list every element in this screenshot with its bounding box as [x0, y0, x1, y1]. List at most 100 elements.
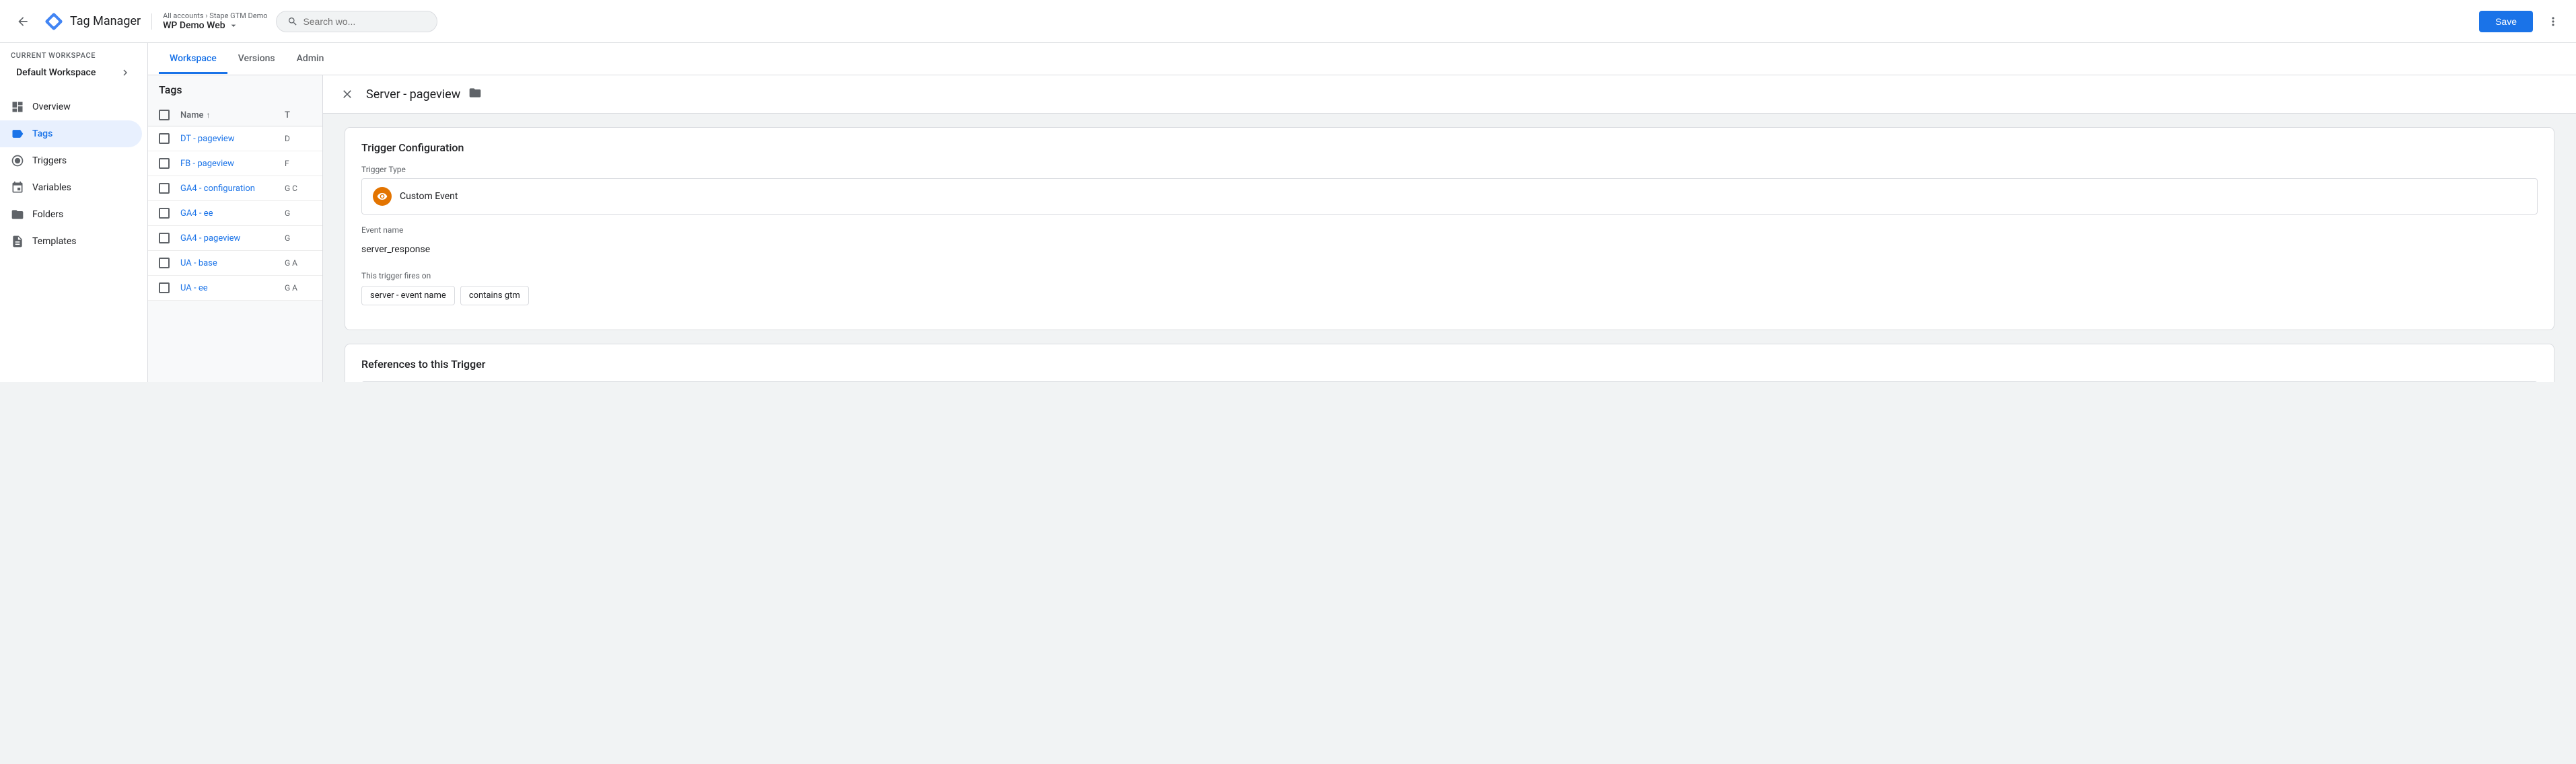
table-row[interactable]: GA4 - pageview G: [148, 226, 322, 251]
folders-icon: [11, 208, 24, 221]
close-icon: [341, 87, 354, 101]
name-column-header: Name ↑: [180, 110, 285, 120]
tag-type: G A: [285, 283, 312, 293]
tab-admin[interactable]: Admin: [286, 45, 335, 74]
tab-versions[interactable]: Versions: [227, 45, 286, 74]
sidebar-item-folders-label: Folders: [32, 209, 63, 220]
references-list: FB - pageview Tag UA - base T: [361, 381, 2538, 382]
detail-header: Server - pageview: [323, 75, 2576, 114]
tag-type: G: [285, 233, 312, 243]
tags-icon: [11, 127, 24, 141]
event-name-field: Event name server_response: [361, 225, 2538, 260]
row-checkbox[interactable]: [159, 258, 170, 268]
trigger-config-card: Trigger Configuration Trigger Type Custo…: [345, 127, 2554, 330]
sidebar-item-variables[interactable]: Variables: [0, 174, 142, 201]
tag-name: UA - ee: [180, 283, 285, 293]
sidebar-item-variables-label: Variables: [32, 182, 71, 193]
workspace-label: CURRENT WORKSPACE: [11, 51, 137, 60]
sidebar: CURRENT WORKSPACE Default Workspace Over…: [0, 43, 148, 382]
account-name[interactable]: WP Demo Web: [163, 20, 267, 31]
row-checkbox[interactable]: [159, 158, 170, 169]
folder-icon[interactable]: [468, 86, 482, 103]
overview-icon: [11, 100, 24, 114]
tab-workspace[interactable]: Workspace: [159, 45, 227, 74]
tag-name: DT - pageview: [180, 134, 285, 144]
references-title: References to this Trigger: [361, 358, 2538, 371]
row-checkbox[interactable]: [159, 282, 170, 293]
detail-title: Server - pageview: [366, 87, 460, 102]
tag-type: F: [285, 159, 312, 168]
variables-icon: [11, 181, 24, 194]
condition-chip-1: contains gtm: [460, 286, 529, 305]
tag-name: GA4 - pageview: [180, 233, 285, 243]
eye-icon: [377, 191, 388, 202]
tags-table-title: Tags: [148, 75, 322, 104]
sort-icon: ↑: [207, 110, 211, 120]
tag-type: G C: [285, 184, 312, 193]
close-button[interactable]: [336, 83, 358, 105]
table-row[interactable]: GA4 - ee G: [148, 201, 322, 226]
sidebar-item-templates[interactable]: Templates: [0, 228, 142, 255]
row-checkbox[interactable]: [159, 233, 170, 243]
tags-area: Tags Name ↑ T DT - pageview D: [148, 75, 2576, 382]
tag-name: GA4 - configuration: [180, 184, 285, 194]
event-name-label: Event name: [361, 225, 2538, 235]
search-box[interactable]: [276, 11, 437, 32]
workspace-selector[interactable]: Default Workspace: [11, 63, 137, 83]
tag-type: D: [285, 134, 312, 143]
more-vert-icon: [2546, 15, 2560, 28]
event-name-value: server_response: [361, 239, 2538, 260]
save-button[interactable]: Save: [2479, 11, 2533, 32]
table-row[interactable]: DT - pageview D: [148, 126, 322, 151]
app-name: Tag Manager: [70, 14, 141, 28]
select-all-checkbox[interactable]: [159, 110, 170, 120]
sidebar-item-triggers[interactable]: Triggers: [0, 147, 142, 174]
detail-body: Trigger Configuration Trigger Type Custo…: [323, 114, 2576, 382]
search-icon: [287, 15, 298, 28]
table-row[interactable]: UA - ee G A: [148, 276, 322, 301]
condition-chip-0: server - event name: [361, 286, 455, 305]
main-content: Workspace Versions Admin Tags Name ↑ T: [148, 43, 2576, 382]
tabs-bar: Workspace Versions Admin: [148, 43, 2576, 75]
triggers-icon: [11, 154, 24, 167]
tag-name: FB - pageview: [180, 159, 285, 169]
row-checkbox[interactable]: [159, 133, 170, 144]
detail-panel: Server - pageview Trigger Configuration …: [323, 75, 2576, 382]
references-card: References to this Trigger FB - pageview…: [345, 344, 2554, 382]
account-selector: All accounts › Stape GTM Demo WP Demo We…: [163, 11, 267, 31]
sidebar-item-overview-label: Overview: [32, 102, 71, 112]
trigger-type-option[interactable]: Custom Event: [361, 178, 2538, 215]
fires-on-field: This trigger fires on server - event nam…: [361, 271, 2538, 305]
topbar-divider: [151, 13, 152, 30]
table-row[interactable]: UA - base G A: [148, 251, 322, 276]
sidebar-item-overview[interactable]: Overview: [0, 93, 142, 120]
chevron-down-icon: [228, 20, 239, 31]
back-button[interactable]: [11, 9, 35, 34]
sidebar-item-folders[interactable]: Folders: [0, 201, 142, 228]
app-logo: Tag Manager: [43, 11, 141, 32]
templates-icon: [11, 235, 24, 248]
type-column-header: T: [285, 110, 312, 120]
app-body: CURRENT WORKSPACE Default Workspace Over…: [0, 43, 2576, 382]
tags-table-columns: Name ↑ T: [148, 104, 322, 126]
topbar: Tag Manager All accounts › Stape GTM Dem…: [0, 0, 2576, 43]
trigger-type-value: Custom Event: [400, 191, 458, 202]
trigger-type-field: Trigger Type Custom Event: [361, 165, 2538, 215]
custom-event-icon: [373, 187, 392, 206]
tag-name: UA - base: [180, 258, 285, 268]
row-checkbox[interactable]: [159, 183, 170, 194]
table-row[interactable]: GA4 - configuration G C: [148, 176, 322, 201]
chevron-right-icon: [119, 67, 131, 79]
sidebar-nav: Overview Tags Triggers Var: [0, 88, 147, 260]
sidebar-item-templates-label: Templates: [32, 236, 77, 247]
logo-icon: [43, 11, 65, 32]
row-checkbox[interactable]: [159, 208, 170, 219]
fires-on-label: This trigger fires on: [361, 271, 2538, 280]
table-row[interactable]: FB - pageview F: [148, 151, 322, 176]
more-options-button[interactable]: [2541, 9, 2565, 34]
trigger-config-title: Trigger Configuration: [361, 141, 2538, 154]
account-path: All accounts › Stape GTM Demo: [163, 11, 267, 20]
tag-name: GA4 - ee: [180, 208, 285, 219]
sidebar-item-tags[interactable]: Tags: [0, 120, 142, 147]
search-input[interactable]: [303, 16, 425, 27]
